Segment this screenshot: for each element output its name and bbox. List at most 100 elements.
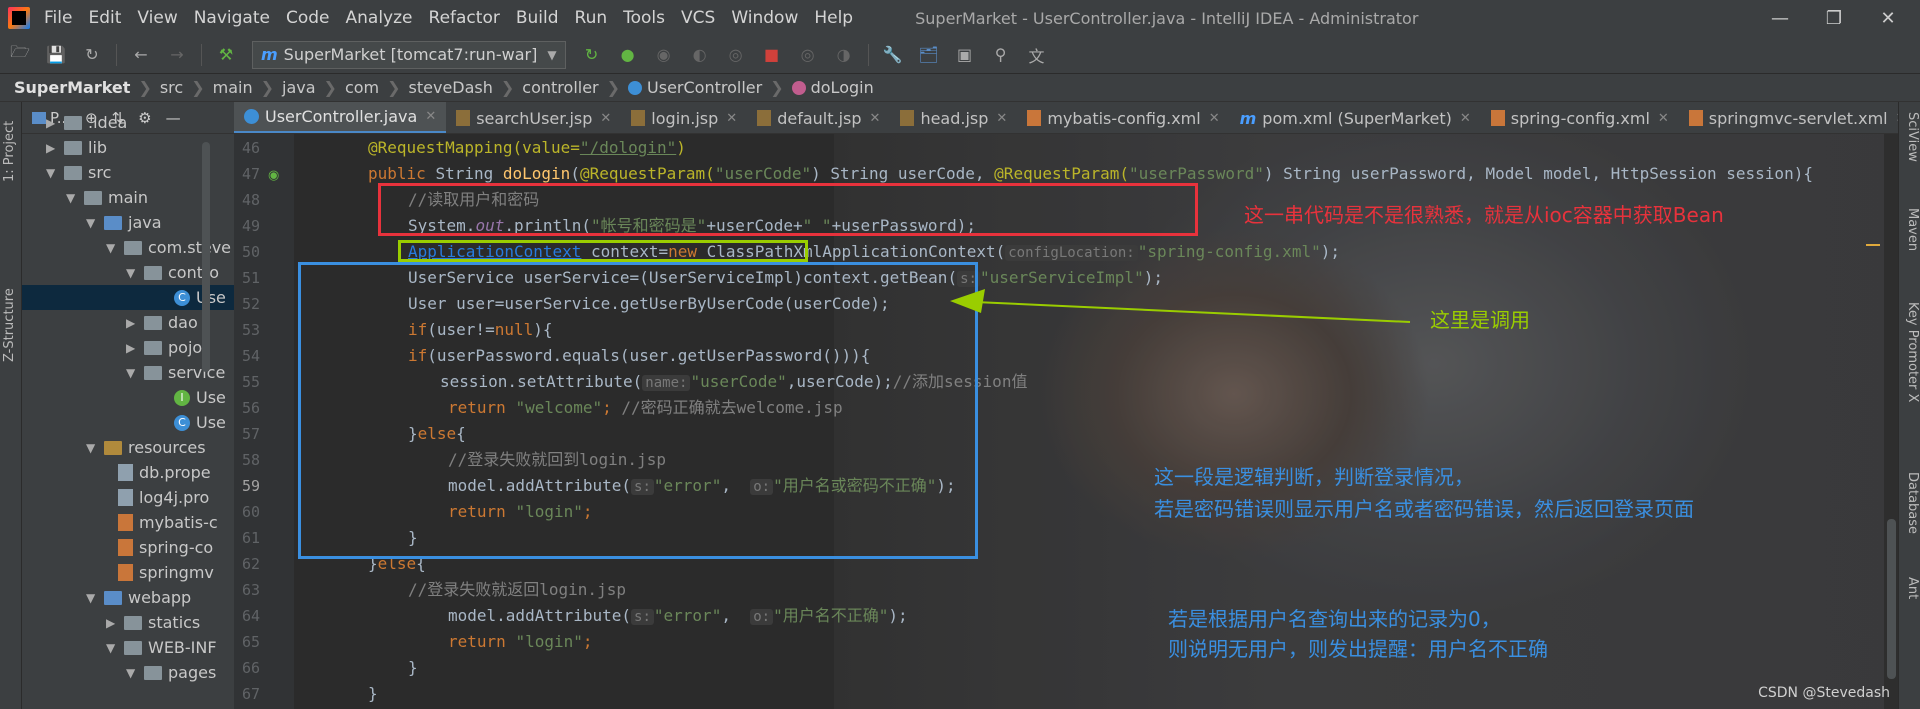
close-tab-icon[interactable]: ✕ [1209,111,1220,126]
scrollbar-thumb[interactable] [1887,519,1896,679]
breadcrumb-stevedash[interactable]: steveDash [409,78,493,97]
tab-structure-tool[interactable]: Z-Structure [2,252,20,362]
tab-default[interactable]: default.jsp ✕ [747,102,890,133]
tree-item[interactable]: ▼ webapp [86,585,191,610]
menu-build[interactable]: Build [516,8,559,28]
project-structure-icon[interactable]: 🗂 [917,43,941,67]
tree-item[interactable]: ▶ lib [46,135,107,160]
tree-item[interactable]: ▼ resources [86,435,206,460]
wrench-settings-icon[interactable]: 🔧 [881,43,905,67]
tree-item[interactable]: I Use [174,385,226,410]
tab-label: default.jsp [777,108,862,128]
sync-icon[interactable]: ↻ [80,43,104,67]
tree-item[interactable]: ▼ java [86,210,162,235]
tree-item[interactable]: ▶ dao [126,310,198,335]
build-hammer-icon[interactable]: ⚒ [214,43,238,67]
tree-item[interactable]: ▼ src [46,160,111,185]
stop-icon[interactable]: ■ [760,43,784,67]
restore-icon[interactable]: ❐ [1804,0,1864,36]
breadcrumb-main[interactable]: main [213,78,253,97]
menu-analyze[interactable]: Analyze [346,8,413,28]
tree-item[interactable]: ▶ .idea [46,110,127,135]
tab-label: searchUser.jsp [476,108,593,128]
menu-help[interactable]: Help [814,8,853,28]
breadcrumb-usercontroller[interactable]: UserController [647,78,762,97]
rerun-icon[interactable]: ↻ [580,43,604,67]
menu-window[interactable]: Window [731,8,798,28]
close-tab-icon[interactable]: ✕ [1658,111,1669,126]
warning-marker[interactable] [1866,244,1880,246]
update-action-icon[interactable]: ◑ [832,43,856,67]
menu-run[interactable]: Run [575,8,608,28]
spring-bean-gutter-icon[interactable]: ◉ [268,168,279,183]
breadcrumb-dologin[interactable]: doLogin [811,78,874,97]
profile-icon[interactable]: ◐ [688,43,712,67]
menu-tools[interactable]: Tools [623,8,665,28]
breadcrumb-project[interactable]: SuperMarket [14,78,130,97]
close-tab-icon[interactable]: ✕ [726,111,737,126]
forward-icon[interactable]: → [165,43,189,67]
line-number: 65 [241,633,260,651]
close-tab-icon[interactable]: ✕ [870,111,881,126]
tab-sciview[interactable]: SciView [1902,112,1920,182]
tab-springmvc-servlet[interactable]: springmvc-servlet.xml✕ [1679,102,1898,133]
tab-usercontroller[interactable]: UserController.java ✕ [234,102,447,133]
menu-navigate[interactable]: Navigate [194,8,270,28]
tab-pom[interactable]: m pom.xml (SuperMarket) ✕ [1230,102,1481,133]
save-icon[interactable]: 💾 [44,43,68,67]
translate-icon[interactable]: 文 [1025,43,1049,67]
tree-item[interactable]: ▼ main [66,185,148,210]
back-icon[interactable]: ← [129,43,153,67]
breadcrumb-com[interactable]: com [345,78,379,97]
menu-view[interactable]: View [137,8,177,28]
close-tab-icon[interactable]: ✕ [1460,111,1471,126]
tree-item[interactable]: springmv [118,560,214,585]
menu-file[interactable]: File [44,8,72,28]
tab-mybatis-config[interactable]: mybatis-config.xml ✕ [1017,102,1229,133]
tree-item[interactable]: ▶ pojo [126,335,202,360]
tree-item[interactable]: C Use [174,410,226,435]
breadcrumb-java[interactable]: java [282,78,316,97]
tree-item[interactable]: ▼ service [126,360,225,385]
tree-item[interactable]: mybatis-c [118,510,218,535]
hide-panel-icon[interactable]: — [166,109,181,127]
attach-icon[interactable]: ◎ [724,43,748,67]
tree-item[interactable]: spring-co [118,535,213,560]
coverage-icon[interactable]: ◉ [652,43,676,67]
tab-ant[interactable]: Ant [1902,577,1920,617]
tree-item[interactable]: ▼ WEB-INF [106,635,217,660]
close-tab-icon[interactable]: ✕ [600,111,611,126]
debug-action-icon[interactable]: ◎ [796,43,820,67]
debug-bug-icon[interactable]: ● [616,43,640,67]
search-icon[interactable]: ⚲ [989,43,1013,67]
close-icon[interactable]: ✕ [1858,0,1918,36]
tab-database[interactable]: Database [1902,472,1920,552]
close-tab-icon[interactable]: ✕ [425,109,436,124]
tree-item[interactable]: db.prope [118,460,211,485]
menu-vcs[interactable]: VCS [681,8,715,28]
open-folder-icon[interactable]: 🗁 [8,42,32,67]
terminal-icon[interactable]: ▣ [953,43,977,67]
tab-head[interactable]: head.jsp ✕ [890,102,1017,133]
tab-project-tool[interactable]: 1: Project [2,110,20,182]
tab-searchuser[interactable]: searchUser.jsp ✕ [446,102,621,133]
breadcrumb-controller[interactable]: controller [522,78,598,97]
tab-spring-config[interactable]: spring-config.xml ✕ [1481,102,1679,133]
editor-vertical-scrollbar[interactable] [1884,134,1898,709]
minimize-icon[interactable]: — [1750,0,1810,36]
menu-edit[interactable]: Edit [88,8,121,28]
project-scrollbar[interactable] [202,142,210,372]
menu-refactor[interactable]: Refactor [429,8,500,28]
tree-item[interactable]: ▼ pages [126,660,216,685]
gear-icon[interactable]: ⚙ [138,109,151,127]
breadcrumb-src[interactable]: src [160,78,183,97]
tab-maven[interactable]: Maven [1902,208,1920,268]
run-configuration-select[interactable]: m SuperMarket [tomcat7:run-war] ▼ [252,40,566,69]
tab-login[interactable]: login.jsp ✕ [621,102,747,133]
close-tab-icon[interactable]: ✕ [996,111,1007,126]
tree-item[interactable]: ▶ statics [106,610,200,635]
tree-item[interactable]: ▼ com.steve [106,235,231,260]
tree-item[interactable]: log4j.pro [118,485,209,510]
menu-code[interactable]: Code [286,8,330,28]
tab-key-promoter[interactable]: Key Promoter X [1902,302,1920,432]
